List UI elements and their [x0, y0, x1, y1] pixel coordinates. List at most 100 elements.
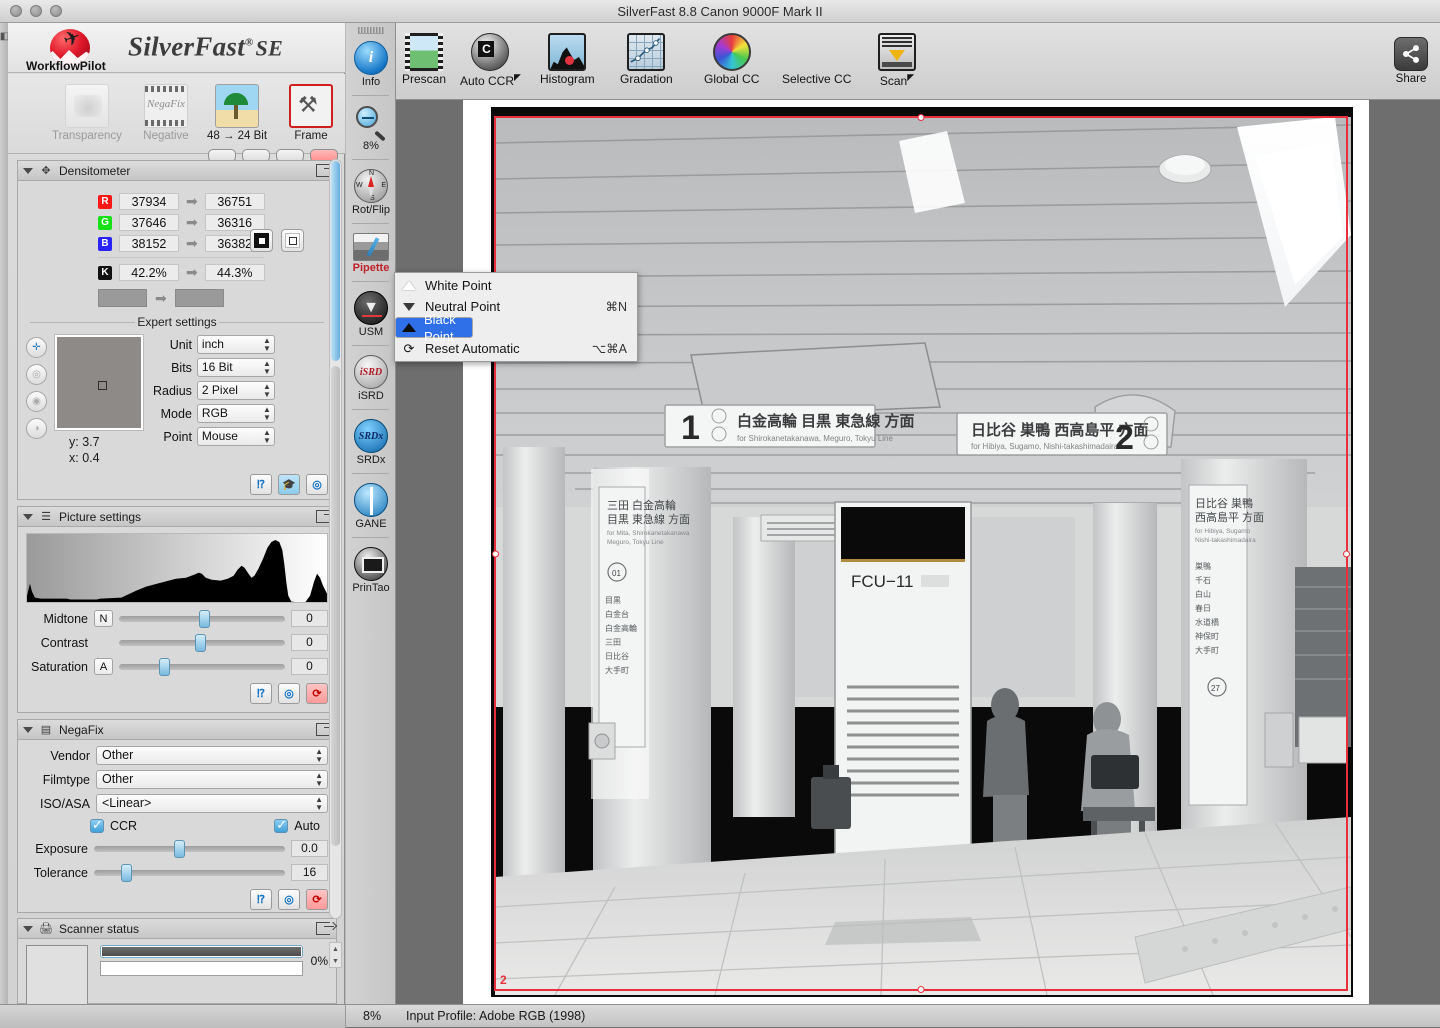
- exposure-track[interactable]: [94, 839, 285, 858]
- slider-contrast[interactable]: Contrast 0: [26, 633, 328, 652]
- slider-tolerance[interactable]: Tolerance 16: [26, 863, 328, 882]
- midtone-value[interactable]: 0: [291, 610, 328, 627]
- tool-info[interactable]: i Info: [346, 36, 396, 91]
- tool-rot-flip[interactable]: N S W E Rot/Flip: [346, 164, 396, 219]
- reset-icon[interactable]: ⟳: [306, 889, 328, 910]
- toolbar-auto-ccr[interactable]: Auto CCR◤: [460, 33, 521, 88]
- reset-icon[interactable]: ⟳: [306, 683, 328, 704]
- tool-gane[interactable]: GANE: [346, 478, 396, 533]
- toolbar-scan[interactable]: Scan◤: [878, 33, 916, 88]
- tolerance-track[interactable]: [94, 863, 285, 882]
- tolerance-value[interactable]: 16: [291, 864, 328, 881]
- radius-select[interactable]: 2 Pixel ▲ ▼: [196, 381, 275, 400]
- midtone-badge[interactable]: N: [94, 610, 113, 627]
- mode-negative[interactable]: NegaFix Negative: [129, 84, 203, 142]
- ccr-checkbox[interactable]: [90, 817, 104, 833]
- unit-select[interactable]: inch ▲ ▼: [196, 335, 275, 354]
- tool-pipette[interactable]: Pipette: [346, 228, 396, 277]
- export-icon[interactable]: [316, 510, 334, 523]
- vendor-select[interactable]: Other ▲ ▼: [96, 746, 328, 765]
- toolbar-histogram[interactable]: Histogram: [540, 33, 595, 86]
- tool-usm[interactable]: ▼ USM: [346, 286, 396, 341]
- saturation-badge[interactable]: A: [94, 658, 113, 675]
- tool-isrd[interactable]: iSRD iSRD: [346, 350, 396, 405]
- left-panel-scrollbar[interactable]: [329, 159, 342, 919]
- midtone-track[interactable]: [119, 609, 285, 628]
- quicktime-magnifier-icon[interactable]: ◎: [278, 889, 300, 910]
- toolbar-gradation[interactable]: Gradation: [620, 33, 673, 86]
- toolbar-prescan[interactable]: Prescan: [402, 33, 446, 86]
- densitometer-dark-button[interactable]: [250, 229, 273, 252]
- scanner-status-header[interactable]: 🖨 Scanner status: [18, 919, 336, 939]
- menu-item-black-point[interactable]: Black Point: [395, 312, 473, 344]
- eye-toggle-icon[interactable]: ◉: [26, 391, 47, 412]
- tool-printao[interactable]: PrinTao: [346, 542, 396, 597]
- densitometer-light-button[interactable]: [281, 229, 304, 252]
- add-measure-point-icon[interactable]: ✛: [26, 337, 47, 358]
- picture-settings-header[interactable]: ☰ Picture settings: [18, 507, 336, 527]
- quicktime-magnifier-icon[interactable]: ◎: [278, 683, 300, 704]
- scroll-down-icon[interactable]: ▼: [332, 958, 339, 965]
- slider-midtone[interactable]: Midtone N 0: [26, 609, 328, 628]
- chevron-down-icon[interactable]: [23, 167, 33, 174]
- contrast-track[interactable]: [119, 633, 285, 652]
- scrollbar-arrows[interactable]: ▲ ▼: [329, 942, 342, 968]
- scan-preview-image[interactable]: 1 白金高輪 目黒 東急線 方面 for Shirokanetakanawa, …: [491, 107, 1353, 997]
- tolerance-knob[interactable]: [120, 863, 132, 882]
- chevron-down-icon[interactable]: [23, 925, 33, 932]
- saturation-knob[interactable]: [158, 657, 170, 676]
- expert-mini-buttons[interactable]: ✛ ◎ ◉ ◑: [26, 335, 47, 466]
- mode-bit-depth[interactable]: 48 → 24 Bit: [200, 84, 274, 142]
- scrollbar-thumb[interactable]: [331, 161, 340, 361]
- tool-zoom[interactable]: 8%: [346, 100, 396, 155]
- channel-badge-b: B: [98, 236, 112, 251]
- contrast-value[interactable]: 0: [291, 634, 328, 651]
- share-button[interactable]: Share: [1394, 37, 1428, 85]
- mode-transparency[interactable]: Transparency: [50, 84, 124, 142]
- saturation-track[interactable]: [119, 657, 285, 676]
- filmtype-select[interactable]: Other ▲ ▼: [96, 770, 328, 789]
- drop-icon[interactable]: ◑: [26, 418, 47, 439]
- export-icon[interactable]: [316, 164, 334, 177]
- point-select[interactable]: Mouse ▲ ▼: [196, 427, 275, 446]
- slider-saturation[interactable]: Saturation A 0: [26, 657, 328, 676]
- auto-checkbox[interactable]: [274, 817, 289, 833]
- densitometer-help-row[interactable]: ⁉ 🎓 ◎: [26, 474, 328, 495]
- densitometer-mode-buttons[interactable]: [250, 229, 304, 252]
- contrast-knob[interactable]: [195, 633, 207, 652]
- midtone-knob[interactable]: [198, 609, 210, 628]
- preview-area[interactable]: 1 白金高輪 目黒 東急線 方面 for Shirokanetakanawa, …: [396, 100, 1440, 1004]
- menu-item-white-point[interactable]: White Point: [395, 275, 637, 296]
- help-icon[interactable]: ⁉: [250, 889, 272, 910]
- negafix-help-row[interactable]: ⁉ ◎ ⟳: [26, 889, 328, 910]
- export-icon[interactable]: [316, 922, 334, 935]
- tool-srdx[interactable]: SRDx SRDx: [346, 414, 396, 469]
- chevron-down-icon[interactable]: [23, 726, 33, 733]
- mode-select[interactable]: RGB ▲ ▼: [196, 404, 275, 423]
- exposure-knob[interactable]: [174, 839, 186, 858]
- picture-settings-help-row[interactable]: ⁉ ◎ ⟳: [26, 683, 328, 704]
- help-icon[interactable]: ⁉: [250, 474, 272, 495]
- svg-text:2: 2: [1115, 419, 1134, 457]
- iso-select[interactable]: <Linear> ▲ ▼: [96, 794, 328, 813]
- pipette-dropdown-menu[interactable]: White Point Neutral Point ⌘N Black Point…: [394, 272, 638, 362]
- scroll-up-icon[interactable]: ▲: [332, 946, 339, 953]
- scrollbar-track-lower[interactable]: [331, 366, 340, 846]
- slider-exposure[interactable]: Exposure 0.0: [26, 839, 328, 858]
- quicktime-magnifier-icon[interactable]: ◎: [306, 474, 328, 495]
- mode-frame[interactable]: ⚒ Frame: [274, 84, 348, 142]
- fixed-point-icon[interactable]: ◎: [26, 364, 47, 385]
- toolbar-selective-cc[interactable]: Selective CC: [782, 33, 851, 86]
- densitometer-header[interactable]: ✥ Densitometer: [18, 161, 336, 181]
- negafix-header[interactable]: ▤ NegaFix: [18, 720, 336, 740]
- divider: [98, 257, 264, 258]
- strip-grip-handle[interactable]: [357, 27, 384, 34]
- chevron-down-icon[interactable]: [23, 513, 33, 520]
- exposure-value[interactable]: 0.0: [291, 840, 328, 857]
- bits-select[interactable]: 16 Bit ▲ ▼: [196, 358, 275, 377]
- graduation-cap-icon[interactable]: 🎓: [278, 474, 300, 495]
- help-icon[interactable]: ⁉: [250, 683, 272, 704]
- export-icon[interactable]: [316, 723, 334, 736]
- saturation-value[interactable]: 0: [291, 658, 328, 675]
- toolbar-global-cc[interactable]: Global CC: [704, 33, 759, 86]
